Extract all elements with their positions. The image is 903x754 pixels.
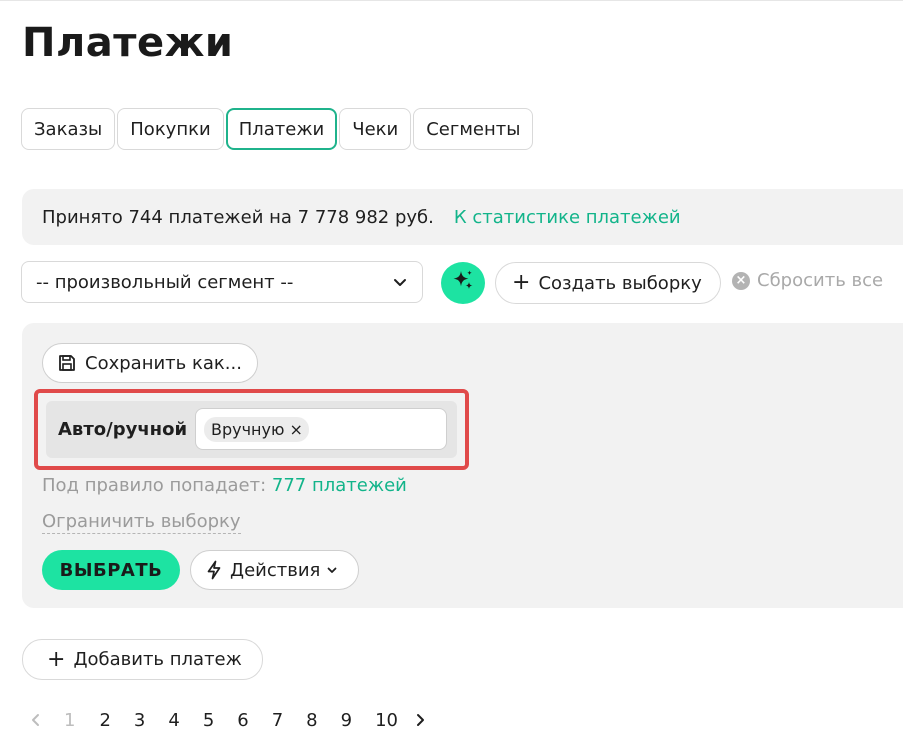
page-link[interactable]: 6 [237, 710, 248, 731]
create-selection-button[interactable]: + Создать выборку [495, 262, 721, 304]
create-selection-label: Создать выборку [538, 272, 702, 294]
payments-summary: Принято 744 платежей на 7 778 982 руб. [42, 206, 434, 228]
page-link[interactable]: 5 [203, 710, 214, 731]
page-link[interactable]: 4 [168, 710, 179, 731]
filter-chip-label: Вручную [211, 420, 285, 439]
payments-stats-bar: Принято 744 платежей на 7 778 982 руб. К… [22, 189, 903, 245]
tab-bar: Заказы Покупки Платежи Чеки Сегменты [21, 108, 534, 150]
sparkle-icon [450, 268, 476, 298]
ai-magic-button[interactable] [441, 262, 485, 304]
filter-chip: Вручную × [204, 417, 309, 442]
lightning-icon [205, 560, 223, 580]
tab-receipts[interactable]: Чеки [339, 108, 412, 150]
page-title: Платежи [22, 20, 234, 66]
rule-match-count-link[interactable]: 777 платежей [272, 475, 407, 496]
chevron-down-icon [326, 564, 338, 576]
pagination: 1 2 3 4 5 6 7 8 9 10 [30, 708, 426, 732]
save-disk-icon [57, 353, 77, 373]
page-link[interactable]: 8 [306, 710, 317, 731]
prev-page-icon[interactable] [30, 713, 40, 727]
add-payment-label: Добавить платеж [73, 649, 242, 670]
filter-rule-row: Авто/ручной Вручную × [46, 401, 457, 458]
rule-field-label: Авто/ручной [58, 419, 188, 440]
limit-selection-link[interactable]: Ограничить выборку [42, 511, 241, 534]
filter-panel: Сохранить как... Авто/ручной Вручную × П… [22, 323, 903, 608]
save-as-button[interactable]: Сохранить как... [42, 343, 258, 383]
statistics-link[interactable]: К статистике платежей [454, 207, 681, 228]
top-divider [0, 0, 903, 1]
page-link[interactable]: 9 [341, 710, 352, 731]
segment-select-value: -- произвольный сегмент -- [36, 271, 294, 293]
page-link[interactable]: 10 [375, 710, 398, 731]
rule-highlight-frame: Авто/ручной Вручную × [34, 389, 469, 470]
chip-remove-icon[interactable]: × [289, 420, 302, 439]
reset-all-label: Сбросить все [757, 270, 884, 291]
page-link-current[interactable]: 1 [64, 710, 75, 731]
add-payment-button[interactable]: + Добавить платеж [22, 639, 263, 680]
actions-dropdown-button[interactable]: Действия [190, 550, 359, 590]
actions-label: Действия [230, 559, 321, 581]
rule-match-prefix: Под правило попадает: [42, 475, 267, 496]
rule-value-input[interactable]: Вручную × [195, 408, 447, 450]
page-link[interactable]: 7 [272, 710, 283, 731]
select-button[interactable]: ВЫБРАТЬ [42, 550, 180, 590]
rule-match-info: Под правило попадает: 777 платежей [42, 475, 407, 496]
page-link[interactable]: 3 [134, 710, 145, 731]
tab-payments[interactable]: Платежи [225, 108, 338, 150]
page-link[interactable]: 2 [99, 710, 110, 731]
segment-select[interactable]: -- произвольный сегмент -- [21, 261, 423, 303]
reset-all-button[interactable]: × Сбросить все [732, 270, 883, 291]
next-page-icon[interactable] [416, 713, 426, 727]
chevron-down-icon [392, 274, 408, 295]
tab-orders[interactable]: Заказы [21, 108, 116, 150]
plus-icon: + [47, 646, 66, 672]
tab-segments[interactable]: Сегменты [413, 108, 534, 150]
clear-circle-icon: × [732, 271, 750, 290]
tab-purchases[interactable]: Покупки [117, 108, 224, 150]
plus-icon: + [512, 270, 531, 295]
save-as-label: Сохранить как... [85, 352, 242, 374]
